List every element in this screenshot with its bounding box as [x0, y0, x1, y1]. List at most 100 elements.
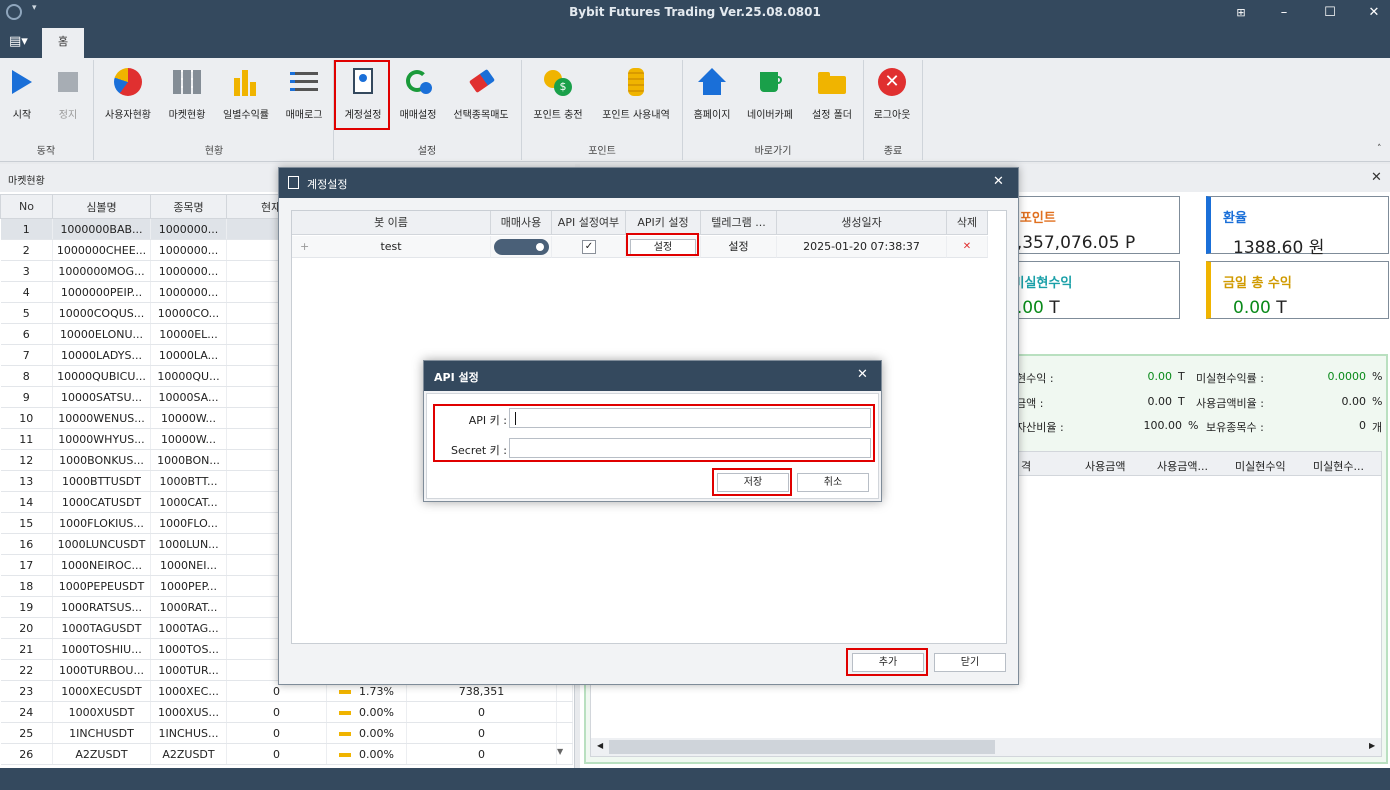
api-configured-checkbox[interactable]: ✓	[582, 240, 596, 254]
table-cell: 1000NEI...	[150, 554, 227, 576]
table-cell: 0	[226, 701, 327, 723]
table-cell: 1000PEP...	[150, 575, 227, 597]
telegram-settings-button[interactable]: 설정	[701, 236, 777, 258]
table-cell: 1000XUSDT	[52, 701, 151, 723]
column-header-bot-name[interactable]: 봇 이름	[292, 211, 491, 235]
trade-settings-button[interactable]: 매매설정	[396, 62, 440, 134]
column-header-created[interactable]: 생성일자	[777, 211, 947, 235]
cancel-button[interactable]: 취소	[797, 473, 869, 492]
exchange-rate-value: 1388.60	[1233, 238, 1304, 258]
start-button[interactable]: 시작	[6, 62, 38, 134]
today-profit-value: 0.00	[1233, 298, 1271, 318]
table-cell: 10000COQUS...	[52, 302, 151, 324]
column-header[interactable]: 사용금액...	[1157, 458, 1208, 474]
homepage-button[interactable]: 홈페이지	[689, 62, 735, 134]
table-cell: 1000000...	[150, 281, 227, 303]
table-row[interactable]: 25 1INCHUSDT 1INCHUS... 0 0.00% 0	[0, 722, 573, 744]
api-configured-cell: ✓	[552, 236, 626, 258]
horizontal-scrollbar[interactable]: ◀ ▶	[591, 738, 1381, 756]
table-cell: 1000000PEIP...	[52, 281, 151, 303]
table-cell: 1INCHUS...	[150, 722, 227, 744]
settings-folder-button[interactable]: 설정 폴더	[806, 62, 858, 134]
close-circle-icon: ✕	[876, 66, 908, 98]
table-cell: 10000WENUS...	[52, 407, 151, 429]
account-dialog-title: 계정설정	[307, 178, 348, 191]
column-header-symbol[interactable]: 심볼명	[52, 194, 151, 219]
table-cell: 13	[0, 470, 53, 492]
api-dialog-close-icon[interactable]: ✕	[857, 367, 868, 382]
sell-selected-button[interactable]: 선택종목매도	[448, 62, 514, 134]
app-menu-icon[interactable]: ▤▾	[9, 34, 28, 49]
column-header-delete[interactable]: 삭제	[947, 211, 988, 235]
table-cell: 1INCHUSDT	[52, 722, 151, 744]
add-button-highlight	[846, 648, 928, 676]
stat-label: 보유종목수 :	[1206, 421, 1264, 434]
api-form: API 키 : Secret 키 : 저장 취소	[426, 393, 879, 499]
exchange-rate-card: 환율 1388.60 원	[1206, 196, 1389, 258]
volume-cell: 0	[406, 701, 557, 723]
change-cell: 0.00%	[326, 701, 407, 723]
stat-unit: 개	[1372, 421, 1383, 434]
point-charge-button[interactable]: $ 포인트 충전	[528, 62, 588, 134]
pie-chart-icon	[112, 66, 144, 98]
close-window-button[interactable]: ✕	[1362, 3, 1386, 23]
stat-value: 0	[1359, 419, 1366, 432]
table-cell: 10000SA...	[150, 386, 227, 408]
scroll-left-arrow-icon[interactable]: ◀	[597, 741, 603, 750]
scrollbar-thumb[interactable]	[609, 740, 995, 754]
minimize-button[interactable]: –	[1272, 3, 1296, 23]
api-dialog-title: API 설정	[434, 371, 479, 384]
bot-name-cell[interactable]: + test	[292, 236, 491, 258]
table-row[interactable]: 24 1000XUSDT 1000XUS... 0 0.00% 0	[0, 701, 573, 723]
column-header-name[interactable]: 종목명	[150, 194, 227, 219]
eraser-icon	[465, 66, 497, 98]
folder-icon	[816, 66, 848, 98]
column-header-api-configured[interactable]: API 설정여부	[552, 211, 626, 235]
today-profit-row: 0.00 T	[1233, 298, 1287, 318]
trade-log-button[interactable]: 매매로그	[282, 62, 326, 134]
point-history-button[interactable]: 포인트 사용내역	[596, 62, 676, 134]
table-cell: 24	[0, 701, 53, 723]
table-row[interactable]: 26 A2ZUSDT A2ZUSDT 0 0.00% 0	[0, 743, 573, 765]
close-panel-icon[interactable]: ✕	[1371, 170, 1382, 185]
table-cell: 23	[0, 680, 53, 702]
user-status-button[interactable]: 사용자현황	[100, 62, 156, 134]
table-cell: 0	[226, 722, 327, 744]
table-cell: 5	[0, 302, 53, 324]
trade-enabled-cell	[491, 236, 552, 258]
logout-button[interactable]: ✕ 로그아웃	[869, 62, 915, 134]
column-header[interactable]: 미실현수...	[1313, 458, 1364, 474]
daily-profit-button[interactable]: 일별수익률	[218, 62, 274, 134]
market-status-button[interactable]: 마켓현황	[164, 62, 210, 134]
change-percent: 0.00%	[359, 705, 394, 719]
table-cell: 15	[0, 512, 53, 534]
delete-row-icon[interactable]: ✕	[947, 236, 988, 258]
bar-chart-icon	[230, 66, 262, 98]
table-cell: 1000XECUSDT	[52, 680, 151, 702]
trade-enabled-toggle[interactable]	[494, 239, 549, 255]
account-dialog-close-icon[interactable]: ✕	[993, 174, 1004, 189]
column-header-api-key[interactable]: API키 설정	[626, 211, 701, 235]
column-header-telegram[interactable]: 텔레그램 ...	[701, 211, 777, 235]
close-dialog-button[interactable]: 닫기	[934, 653, 1006, 672]
column-header[interactable]: 격	[1021, 458, 1031, 474]
coin-stack-icon	[620, 66, 652, 98]
expand-row-icon[interactable]: +	[300, 236, 309, 258]
column-header-trade-enabled[interactable]: 매매사용	[491, 211, 552, 235]
table-cell: 1000000CHEE...	[52, 239, 151, 261]
window-title: Bybit Futures Trading Ver.25.08.0801	[569, 5, 821, 19]
naver-cafe-button[interactable]: 네이버카페	[742, 62, 798, 134]
restore-layout-icon[interactable]: ⊞	[1229, 3, 1253, 23]
column-header[interactable]: 사용금액	[1085, 458, 1125, 474]
scroll-down-arrow-icon[interactable]: ▼	[557, 747, 563, 756]
tab-home[interactable]: 홈	[42, 28, 84, 58]
table-cell: 1000XEC...	[150, 680, 227, 702]
column-header-no[interactable]: No	[0, 194, 53, 219]
scroll-right-arrow-icon[interactable]: ▶	[1369, 741, 1375, 750]
table-cell: 1000PEPEUSDT	[52, 575, 151, 597]
stop-button[interactable]: 정지	[52, 62, 84, 134]
table-cell: 10000SATSU...	[52, 386, 151, 408]
column-header[interactable]: 미실현수익	[1235, 458, 1286, 474]
maximize-button[interactable]: ☐	[1318, 3, 1342, 23]
collapse-ribbon-icon[interactable]: ˄	[1377, 144, 1382, 154]
